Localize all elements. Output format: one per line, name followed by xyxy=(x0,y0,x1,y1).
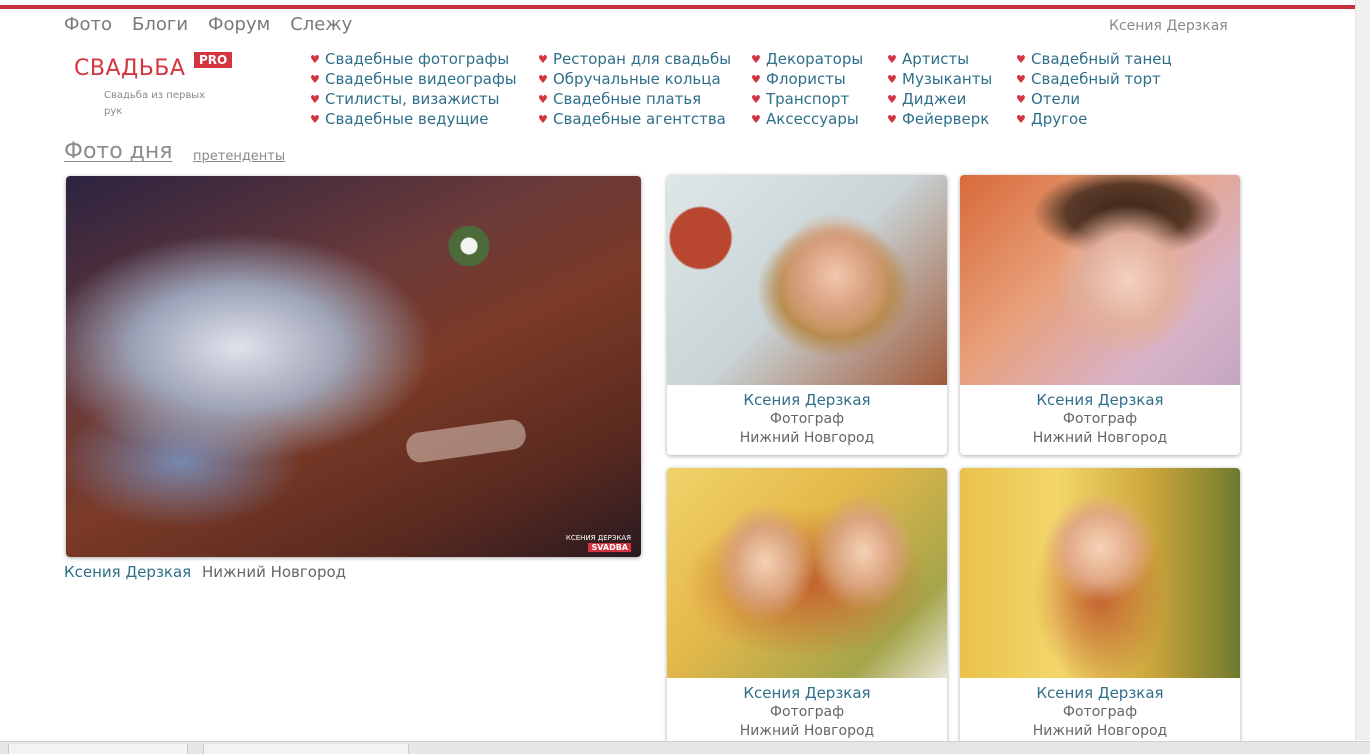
category-item[interactable]: ♥ Транспорт xyxy=(751,89,863,109)
heart-icon: ♥ xyxy=(887,112,897,126)
card-meta: Ксения Дерзкая Фотограф Нижний Новгород xyxy=(667,385,947,455)
category-item[interactable]: ♥ Свадебные фотографы xyxy=(310,49,517,69)
card-city: Нижний Новгород xyxy=(739,430,875,446)
heart-icon: ♥ xyxy=(310,112,320,126)
category-item[interactable]: ♥ Диджеи xyxy=(887,89,992,109)
heart-icon: ♥ xyxy=(538,52,548,66)
category-column-5: ♥ Свадебный танец ♥ Свадебный торт ♥ Отели … xyxy=(1016,49,1172,129)
category-column-4: ♥ Артисты ♥ Музыканты ♥ Диджеи ♥ Фейерверк xyxy=(887,49,992,129)
card-role: Фотограф xyxy=(769,411,845,427)
photo-of-day-title[interactable]: Фото дня xyxy=(64,139,173,164)
card-role: Фотограф xyxy=(769,704,845,720)
category-item[interactable]: ♥ Свадебные платья xyxy=(538,89,731,109)
category-column-1: ♥ Свадебные фотографы ♥ Свадебные видеогра… xyxy=(310,49,517,129)
category-item[interactable]: ♥ Артисты xyxy=(887,49,992,69)
category-item[interactable]: ♥ Другое xyxy=(1016,109,1172,129)
card-city: Нижний Новгород xyxy=(1032,430,1168,446)
logo-pro-badge: PRO xyxy=(194,52,233,68)
card-role: Фотограф xyxy=(1062,704,1138,720)
photo-card[interactable]: Ксения Дерзкая Фотограф Нижний Новгород xyxy=(960,175,1240,455)
card-meta: Ксения Дерзкая Фотограф Нижний Новгород xyxy=(960,385,1240,455)
contenders-link[interactable]: претенденты xyxy=(193,149,285,164)
heart-icon: ♥ xyxy=(538,92,548,106)
category-column-2: ♥ Ресторан для свадьбы ♥ Обручальные кольц… xyxy=(538,49,731,129)
category-item[interactable]: ♥ Музыканты xyxy=(887,69,992,89)
category-item[interactable]: ♥ Свадебный торт xyxy=(1016,69,1172,89)
heart-icon: ♥ xyxy=(887,92,897,106)
card-author-link[interactable]: Ксения Дерзкая xyxy=(667,391,947,410)
card-role: Фотограф xyxy=(1062,411,1138,427)
main-nav: Фото Блоги Форум Слежу xyxy=(64,14,352,35)
category-item[interactable]: ♥ Обручальные кольца xyxy=(538,69,731,89)
heart-icon: ♥ xyxy=(310,92,320,106)
heart-icon: ♥ xyxy=(538,112,548,126)
heart-icon: ♥ xyxy=(310,72,320,86)
card-photo[interactable] xyxy=(667,468,947,678)
vertical-scrollbar[interactable] xyxy=(1355,0,1370,740)
featured-caption: Ксения Дерзкая Нижний Новгород xyxy=(64,563,346,581)
featured-author-link[interactable]: Ксения Дерзкая xyxy=(64,563,191,581)
card-author-link[interactable]: Ксения Дерзкая xyxy=(960,391,1240,410)
category-item[interactable]: ♥ Фейерверк xyxy=(887,109,992,129)
featured-city: Нижний Новгород xyxy=(201,563,347,581)
bottom-taskbar xyxy=(0,741,1370,754)
category-item[interactable]: ♥ Флористы xyxy=(751,69,863,89)
card-city: Нижний Новгород xyxy=(1032,723,1168,739)
heart-icon: ♥ xyxy=(751,92,761,106)
card-city: Нижний Новгород xyxy=(739,723,875,739)
nav-blogs[interactable]: Блоги xyxy=(132,14,188,35)
photo-card[interactable]: Ксения Дерзкая Фотограф Нижний Новгород xyxy=(667,468,947,748)
category-item[interactable]: ♥ Стилисты, визажисты xyxy=(310,89,517,109)
category-item[interactable]: ♥ Ресторан для свадьбы xyxy=(538,49,731,69)
heart-icon: ♥ xyxy=(1016,112,1026,126)
card-author-link[interactable]: Ксения Дерзкая xyxy=(960,684,1240,703)
nav-following[interactable]: Слежу xyxy=(290,14,352,35)
category-item[interactable]: ♥ Свадебные агентства xyxy=(538,109,731,129)
card-photo[interactable] xyxy=(960,175,1240,385)
watermark-badge: SVADBA xyxy=(588,543,631,552)
heart-icon: ♥ xyxy=(1016,52,1026,66)
watermark-name: КСЕНИЯ ДЕРЗКАЯ xyxy=(565,534,631,542)
category-item[interactable]: ♥ Отели xyxy=(1016,89,1172,109)
bouquet-shape xyxy=(441,226,511,266)
taskbar-item[interactable] xyxy=(8,744,188,754)
photo-watermark: КСЕНИЯ ДЕРЗКАЯ SVADBA xyxy=(566,534,631,553)
top-red-line xyxy=(0,5,1356,9)
category-item[interactable]: ♥ Аксессуары xyxy=(751,109,863,129)
card-photo[interactable] xyxy=(960,468,1240,678)
card-author-link[interactable]: Ксения Дерзкая xyxy=(667,684,947,703)
site-tagline: Свадьба из первых рук xyxy=(104,90,206,117)
card-meta: Ксения Дерзкая Фотограф Нижний Новгород xyxy=(667,678,947,748)
heart-icon: ♥ xyxy=(751,52,761,66)
top-accent-bar xyxy=(0,0,1356,10)
photo-card[interactable]: Ксения Дерзкая Фотограф Нижний Новгород xyxy=(667,175,947,455)
nav-photo[interactable]: Фото xyxy=(64,14,112,35)
category-column-3: ♥ Декораторы ♥ Флористы ♥ Транспорт ♥ Аксесс… xyxy=(751,49,863,129)
category-item[interactable]: ♥ Свадебные ведущие xyxy=(310,109,517,129)
category-item[interactable]: ♥ Свадебный танец xyxy=(1016,49,1172,69)
photo-card[interactable]: Ксения Дерзкая Фотограф Нижний Новгород xyxy=(960,468,1240,748)
heart-icon: ♥ xyxy=(751,72,761,86)
nav-forum[interactable]: Форум xyxy=(208,14,270,35)
heart-icon: ♥ xyxy=(538,72,548,86)
heart-icon: ♥ xyxy=(1016,92,1026,106)
user-name-link[interactable]: Ксения Дерзкая xyxy=(1109,18,1228,34)
heart-icon: ♥ xyxy=(1016,72,1026,86)
card-photo[interactable] xyxy=(667,175,947,385)
category-item[interactable]: ♥ Декораторы xyxy=(751,49,863,69)
site-logo[interactable]: СВАДЬБА PRO xyxy=(74,52,233,81)
card-meta: Ксения Дерзкая Фотограф Нижний Новгород xyxy=(960,678,1240,748)
logo-word: СВАДЬБА xyxy=(74,56,186,81)
category-item[interactable]: ♥ Свадебные видеографы xyxy=(310,69,517,89)
bride-figure-shape xyxy=(404,417,528,465)
heart-icon: ♥ xyxy=(310,52,320,66)
heart-icon: ♥ xyxy=(887,52,897,66)
featured-photo[interactable]: КСЕНИЯ ДЕРЗКАЯ SVADBA xyxy=(66,176,641,557)
heart-icon: ♥ xyxy=(751,112,761,126)
heart-icon: ♥ xyxy=(887,72,897,86)
taskbar-item[interactable] xyxy=(203,744,409,754)
